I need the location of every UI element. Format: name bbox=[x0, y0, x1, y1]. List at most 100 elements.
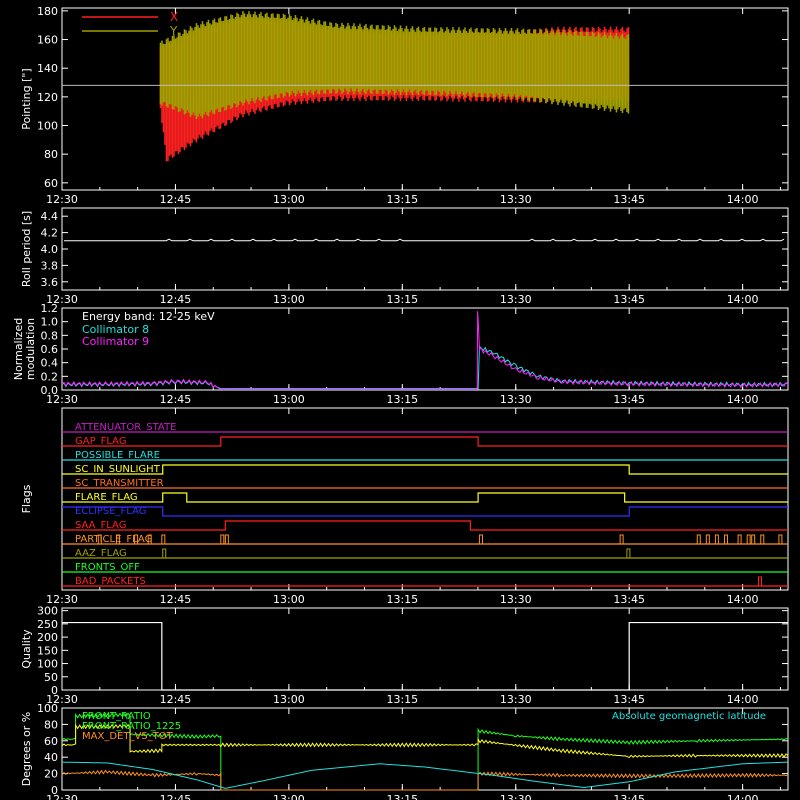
x-tick-label: 12:45 bbox=[160, 293, 192, 306]
flag-pulse bbox=[224, 534, 229, 544]
y-tick-label: 0 bbox=[51, 684, 58, 697]
x-tick-label: 13:30 bbox=[500, 693, 532, 706]
y-axis-label: Roll period [s] bbox=[20, 211, 33, 287]
flag-pulse bbox=[723, 534, 728, 544]
flag-label: AAZ_FLAG bbox=[75, 548, 127, 559]
x-tick-label: 14:00 bbox=[727, 793, 759, 800]
y-tick-label: 0.4 bbox=[41, 357, 59, 370]
flag-pulse bbox=[737, 534, 742, 544]
flag-label: BAD_PACKETS bbox=[75, 576, 146, 587]
x-tick-label: 12:45 bbox=[160, 593, 192, 606]
y-tick-label: 60 bbox=[44, 177, 58, 190]
y-tick-label: 4.0 bbox=[41, 243, 59, 256]
legend-label: Collimator 9 bbox=[82, 335, 149, 348]
y-tick-label: 0 bbox=[51, 784, 58, 797]
flag-particle-flag: PARTICLE_FLAG bbox=[62, 534, 788, 545]
x-tick-label: 12:30 bbox=[46, 193, 78, 206]
y-tick-label: 180 bbox=[37, 5, 58, 18]
flag-label: ECLIPSE_FLAG bbox=[75, 506, 146, 517]
x-tick-label: 13:15 bbox=[386, 693, 418, 706]
x-tick-label: 14:00 bbox=[727, 293, 759, 306]
x-tick-label: 12:45 bbox=[160, 693, 192, 706]
flag-label: SAA_FLAG bbox=[75, 520, 126, 531]
y-tick-label: 160 bbox=[37, 34, 58, 47]
quality-line bbox=[62, 621, 788, 691]
panel-5: 12:30 12:45 13:00 13:15 13:30 13:45 14:0005010… bbox=[20, 605, 789, 706]
x-tick-label: 13:45 bbox=[613, 293, 645, 306]
y-tick-label: 4.4 bbox=[41, 210, 59, 223]
flag-pulse bbox=[162, 548, 167, 558]
y-tick-label: 120 bbox=[37, 91, 58, 104]
x-tick-label: 12:45 bbox=[160, 193, 192, 206]
x-tick-label: 14:00 bbox=[727, 193, 759, 206]
x-tick-label: 13:45 bbox=[613, 393, 645, 406]
panel-4: 12:30 12:45 13:00 13:15 13:30 13:45 14:00Flags… bbox=[20, 407, 789, 606]
flag-sc-in-sunlight: SC_IN_SUNLIGHT bbox=[62, 464, 788, 475]
x-tick-label: 13:00 bbox=[273, 793, 305, 800]
flag-pulse bbox=[751, 534, 756, 544]
x-tick-label: 14:00 bbox=[727, 393, 759, 406]
flag-pulse bbox=[758, 576, 763, 586]
flag-label: FLARE_FLAG bbox=[75, 492, 138, 503]
flag-pulse bbox=[778, 534, 783, 544]
legend-label-right: Absolute geomagnetic latitude bbox=[612, 711, 766, 722]
y-tick-label: 50 bbox=[44, 671, 58, 684]
flag-trace bbox=[62, 492, 788, 503]
flag-sc-transmitter: SC_TRANSMITTER bbox=[62, 478, 788, 489]
x-tick-label: 13:00 bbox=[273, 593, 305, 606]
y-tick-label: 100 bbox=[37, 702, 58, 715]
panel-frame bbox=[61, 607, 789, 691]
hessi-quicklook-figure: 12:30 12:45 13:00 13:15 13:30 13:45 14:00 60 80 1… bbox=[12, 5, 789, 800]
flag-pulse bbox=[161, 534, 166, 544]
flag-eclipse-flag: ECLIPSE_FLAG bbox=[62, 506, 788, 517]
flag-pulse bbox=[705, 534, 710, 544]
x-tick-label: 13:30 bbox=[500, 393, 532, 406]
y-tick-label: 300 bbox=[37, 605, 58, 618]
y-axis-label: Pointing ["] bbox=[20, 68, 33, 129]
flag-bad-packets: BAD_PACKETS bbox=[62, 576, 788, 587]
y-tick-label: 200 bbox=[37, 631, 58, 644]
y-tick-label: 80 bbox=[44, 718, 58, 731]
y-axis-label: Quality bbox=[20, 629, 33, 669]
y-tick-label: 0.8 bbox=[41, 329, 59, 342]
x-tick-label: 13:45 bbox=[613, 793, 645, 800]
x-tick-label: 13:30 bbox=[500, 793, 532, 800]
flag-pulse bbox=[619, 534, 624, 544]
y-tick-label: 40 bbox=[44, 751, 58, 764]
y-tick-label: 1.2 bbox=[41, 302, 59, 315]
flag-trace bbox=[62, 506, 788, 517]
y-axis-label: Flags bbox=[20, 484, 33, 513]
flag-label: POSSIBLE_FLARE bbox=[75, 450, 160, 461]
x-tick-label: 13:15 bbox=[386, 293, 418, 306]
panel-2: 12:30 12:45 13:00 13:15 13:30 13:45 14:003.63.… bbox=[20, 207, 789, 306]
x-tick-label: 13:30 bbox=[500, 593, 532, 606]
x-tick-label: 13:30 bbox=[500, 293, 532, 306]
y-tick-label: 4.2 bbox=[41, 227, 59, 240]
x-tick-label: 14:00 bbox=[727, 593, 759, 606]
panel-3: 12:30 12:45 13:00 13:15 13:30 13:45 14:000.00.… bbox=[12, 302, 789, 406]
flag-saa-flag: SAA_FLAG bbox=[62, 520, 788, 531]
flag-pulse bbox=[746, 534, 751, 544]
x-tick-label: 14:00 bbox=[727, 693, 759, 706]
legend-title: Energy band: 12-25 keV bbox=[82, 310, 215, 323]
y-tick-label: 3.8 bbox=[41, 259, 59, 272]
flag-trace bbox=[62, 464, 788, 475]
y-tick-label: 60 bbox=[44, 735, 58, 748]
legend-label: MAX_DET_VS_TOT bbox=[82, 731, 174, 742]
x-tick-label: 13:15 bbox=[386, 593, 418, 606]
y-tick-label: 100 bbox=[37, 120, 58, 133]
panel-frame bbox=[61, 207, 789, 291]
legend-label: X bbox=[170, 10, 178, 24]
y-tick-label: 3.6 bbox=[41, 276, 59, 289]
y-tick-label: 100 bbox=[37, 658, 58, 671]
x-tick-label: 13:15 bbox=[386, 193, 418, 206]
flag-trace bbox=[62, 520, 788, 531]
panel-frame bbox=[61, 407, 789, 591]
flag-label: ATTENUATOR_STATE bbox=[75, 422, 176, 433]
x-tick-label: 13:00 bbox=[273, 293, 305, 306]
panel-6: 12:30 12:45 13:00 13:15 13:30 13:45 14:0002040… bbox=[20, 702, 789, 800]
x-tick-label: 13:45 bbox=[613, 193, 645, 206]
flag-aaz-flag: AAZ_FLAG bbox=[62, 548, 788, 559]
flag-pulse bbox=[478, 534, 483, 544]
panel-1: 12:30 12:45 13:00 13:15 13:30 13:45 14:00 60 80 1… bbox=[20, 5, 789, 206]
